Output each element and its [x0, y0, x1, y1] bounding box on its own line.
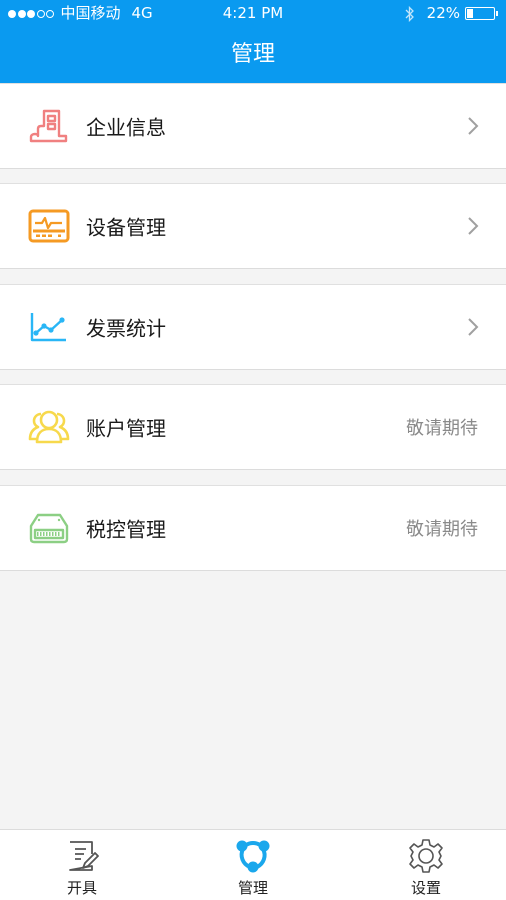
invoice-edit-icon	[64, 839, 100, 873]
users-icon	[28, 406, 70, 448]
chevron-right-icon	[466, 116, 480, 136]
tab-bar: 开具 管理 设置	[0, 829, 506, 900]
coming-soon-label: 敬请期待	[406, 519, 478, 540]
coming-soon-label: 敬请期待	[406, 418, 478, 439]
menu-item-account-management[interactable]: 账户管理 敬请期待	[0, 384, 506, 470]
menu-item-invoice-statistics[interactable]: 发票统计	[0, 284, 506, 370]
menu-item-device-management[interactable]: 设备管理	[0, 183, 506, 269]
menu-item-label: 发票统计	[86, 316, 166, 341]
manage-network-icon	[235, 839, 271, 873]
chevron-right-icon	[466, 317, 480, 337]
line-chart-icon	[28, 306, 70, 348]
tax-device-icon	[28, 507, 70, 549]
tab-label: 设置	[410, 879, 441, 897]
tab-label: 开具	[66, 879, 97, 897]
battery-icon	[465, 7, 498, 20]
chevron-right-icon	[466, 216, 480, 236]
status-bar: 中国移动 4G 4:21 PM 22%	[0, 0, 506, 27]
tab-settings[interactable]: 设置	[366, 830, 486, 900]
menu-item-label: 税控管理	[86, 517, 166, 542]
tab-label: 管理	[237, 879, 268, 897]
bluetooth-icon	[405, 5, 415, 22]
menu-item-label: 企业信息	[86, 115, 166, 140]
menu-item-company-info[interactable]: 企业信息	[0, 83, 506, 169]
building-icon	[28, 105, 70, 147]
menu-item-tax-control[interactable]: 税控管理 敬请期待	[0, 485, 506, 571]
battery-fill	[467, 9, 473, 18]
menu-item-label: 设备管理	[86, 215, 166, 240]
tab-manage[interactable]: 管理	[193, 830, 313, 900]
battery-percent: 22%	[426, 4, 460, 22]
page-title: 管理	[230, 42, 275, 67]
device-monitor-icon	[28, 205, 70, 247]
menu-item-label: 账户管理	[86, 416, 166, 441]
top-bar: 中国移动 4G 4:21 PM 22% 管理	[0, 0, 506, 83]
gear-icon	[408, 839, 444, 873]
tab-issue[interactable]: 开具	[22, 830, 142, 900]
